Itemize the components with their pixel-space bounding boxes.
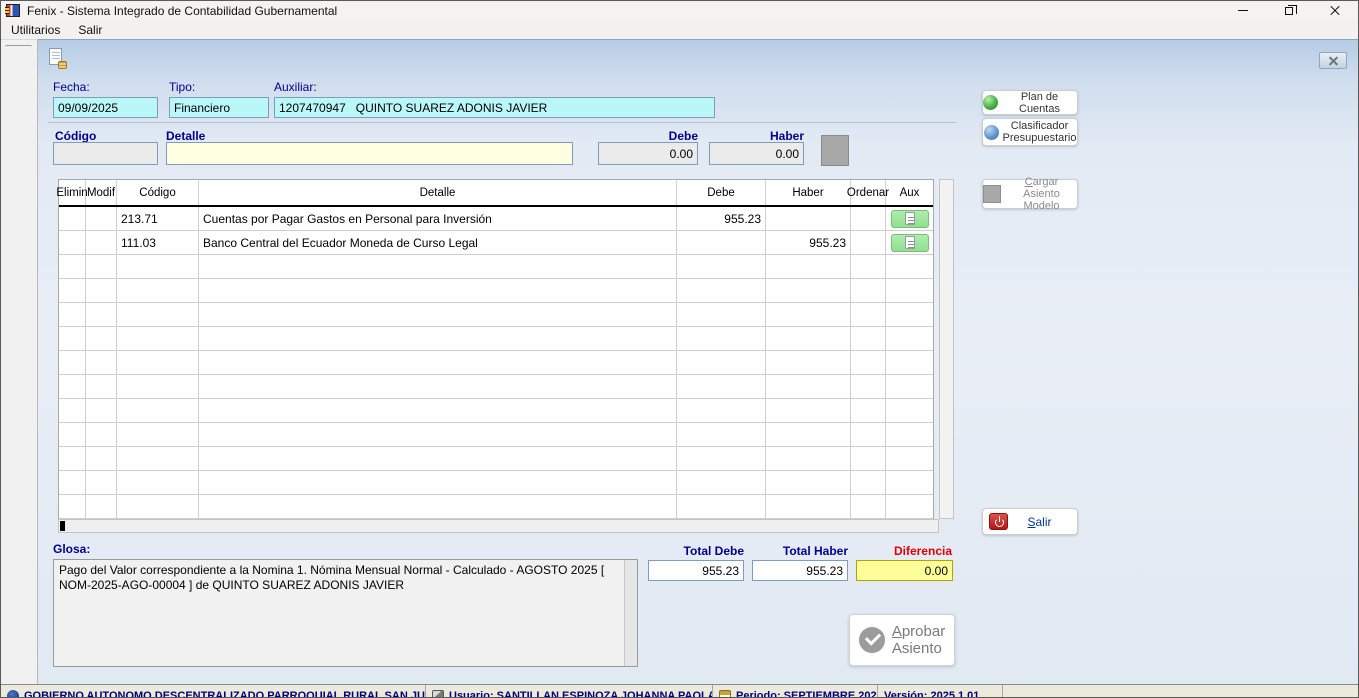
scrollbar-thumb[interactable] — [60, 521, 65, 531]
window-title: Fenix - Sistema Integrado de Contabilida… — [27, 4, 337, 18]
table-empty-row — [59, 399, 933, 423]
plan-de-cuentas-button[interactable]: Plan de Cuentas — [982, 90, 1078, 115]
glosa-textarea[interactable]: Pago del Valor correspondiente a la Nomi… — [53, 559, 638, 667]
column-header-detalle: Detalle — [199, 180, 677, 205]
check-icon — [859, 627, 885, 653]
menu-salir[interactable]: Salir — [70, 22, 110, 38]
menu-bar: Utilitarios Salir — [1, 20, 1358, 39]
status-version: Versión: 2025.1.01 — [884, 690, 979, 698]
glosa-text: Pago del Valor correspondiente a la Nomi… — [59, 563, 604, 592]
column-header-código: Código — [117, 180, 199, 205]
codigo-label: Código — [55, 129, 96, 143]
restore-icon — [1285, 7, 1293, 15]
close-button[interactable] — [1312, 1, 1358, 20]
table-empty-row — [59, 423, 933, 447]
entries-table: EliminModifCódigoDetalleDebeHaberOrdenar… — [58, 179, 934, 520]
table-empty-row — [59, 375, 933, 399]
status-usuario: Usuario: SANTILLAN ESPINOZA JOHANNA PAOL… — [449, 690, 713, 698]
debe-input[interactable]: 0.00 — [598, 142, 698, 165]
debe-label: Debe — [618, 129, 698, 143]
detalle-label: Detalle — [166, 129, 205, 143]
table-vertical-scrollbar[interactable] — [939, 179, 954, 519]
column-header-elimin: Elimin — [59, 180, 86, 205]
entries-table-body: 213.71Cuentas por Pagar Gastos en Person… — [59, 207, 933, 519]
detalle-input[interactable] — [166, 142, 573, 165]
tipo-input[interactable]: Financiero — [169, 97, 269, 118]
codigo-input[interactable] — [53, 142, 158, 165]
table-empty-row — [59, 255, 933, 279]
form-close-button[interactable] — [1319, 52, 1347, 69]
aprobar-label-line1: Aprobar — [892, 623, 945, 640]
tipo-label: Tipo: — [169, 80, 195, 94]
table-empty-row — [59, 471, 933, 495]
aux-detail-button[interactable] — [891, 234, 929, 252]
column-header-ordenar: Ordenar — [851, 180, 886, 205]
user-icon — [432, 690, 444, 698]
notepad-icon — [905, 236, 915, 249]
plan-de-cuentas-label: Plan de Cuentas — [1002, 91, 1077, 115]
table-horizontal-scrollbar[interactable] — [58, 519, 939, 533]
blue-sphere-icon — [984, 125, 999, 140]
green-sphere-icon — [983, 95, 998, 110]
total-debe-field: 955.23 — [648, 560, 744, 581]
column-header-aux: Aux — [886, 180, 933, 205]
aprobar-label-line2: Asiento — [892, 640, 945, 657]
glosa-scrollbar[interactable] — [624, 560, 637, 666]
minimize-icon — [1238, 10, 1248, 11]
gray-square-icon — [983, 185, 1001, 203]
glosa-label: Glosa: — [53, 542, 90, 556]
entity-icon — [7, 690, 19, 698]
minimize-button[interactable] — [1220, 1, 1266, 20]
column-header-haber: Haber — [766, 180, 851, 205]
notepad-icon — [905, 212, 915, 225]
diferencia-label: Diferencia — [827, 544, 952, 558]
separator-line — [48, 122, 956, 123]
calendar-icon — [719, 690, 731, 698]
power-icon — [989, 513, 1008, 530]
diferencia-field: 0.00 — [856, 560, 953, 581]
haber-label: Haber — [724, 129, 804, 143]
clasificador-presupuestario-button[interactable]: Clasificador Presupuestario — [982, 118, 1078, 146]
cargar-label-line1: Cargar Asiento — [1023, 176, 1060, 200]
app-window: Fenix - Sistema Integrado de Contabilida… — [0, 0, 1359, 698]
auxiliar-label: Auxiliar: — [274, 80, 317, 94]
table-empty-row — [59, 495, 933, 519]
total-haber-field: 955.23 — [752, 560, 848, 581]
close-x-icon — [1329, 56, 1338, 65]
table-empty-row — [59, 327, 933, 351]
status-periodo: Periodo: SEPTIEMBRE 2025 — [736, 690, 878, 698]
column-header-modif: Modif — [86, 180, 117, 205]
table-empty-row — [59, 303, 933, 327]
salir-button[interactable]: Salir — [982, 508, 1078, 535]
table-row[interactable]: 111.03Banco Central del Ecuador Moneda d… — [59, 231, 933, 255]
table-empty-row — [59, 279, 933, 303]
entry-action-button[interactable] — [821, 135, 849, 166]
close-icon — [1330, 6, 1340, 16]
restore-button[interactable] — [1266, 1, 1312, 20]
haber-input[interactable]: 0.00 — [709, 142, 804, 165]
document-coins-icon — [47, 48, 67, 70]
fecha-input[interactable]: 09/09/2025 — [53, 97, 158, 118]
menu-utilitarios[interactable]: Utilitarios — [3, 22, 68, 38]
cargar-asiento-modelo-button[interactable]: Cargar Asiento Modelo — [982, 179, 1078, 209]
table-empty-row — [59, 351, 933, 375]
toolbar-grip — [5, 45, 32, 49]
auxiliar-input[interactable]: 1207470947 QUINTO SUAREZ ADONIS JAVIER — [274, 97, 715, 118]
column-header-debe: Debe — [677, 180, 766, 205]
aprobar-asiento-button[interactable]: Aprobar Asiento — [849, 614, 955, 666]
status-entidad: GOBIERNO AUTONOMO DESCENTRALIZADO PARROQ… — [24, 690, 426, 698]
table-empty-row — [59, 447, 933, 471]
cargar-label-line2: Modelo — [1023, 200, 1059, 212]
salir-label: Salir — [1008, 516, 1071, 528]
entries-table-header: EliminModifCódigoDetalleDebeHaberOrdenar… — [59, 180, 933, 207]
table-row[interactable]: 213.71Cuentas por Pagar Gastos en Person… — [59, 207, 933, 231]
title-bar: Fenix - Sistema Integrado de Contabilida… — [1, 1, 1358, 20]
left-toolbar-rail — [1, 39, 38, 684]
status-bar: GOBIERNO AUTONOMO DESCENTRALIZADO PARROQ… — [1, 684, 1358, 698]
app-icon — [6, 4, 20, 17]
clasificador-label-line2: Presupuestario — [1003, 132, 1077, 144]
aux-detail-button[interactable] — [891, 210, 929, 228]
clasificador-label-line1: Clasificador — [1011, 120, 1068, 132]
fecha-label: Fecha: — [53, 80, 90, 94]
